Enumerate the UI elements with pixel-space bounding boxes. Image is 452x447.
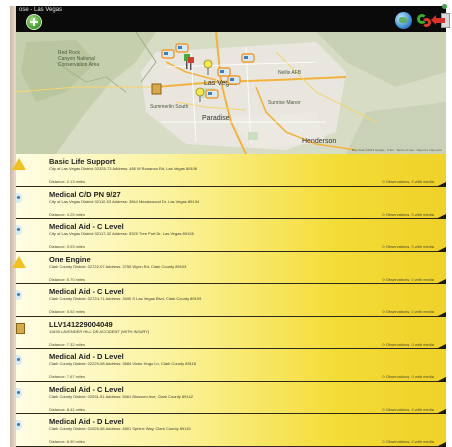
exit-door-icon[interactable] [431,12,451,29]
medical-icon [16,355,22,365]
list-item[interactable]: Medical Aid - C Level Clark County Distr… [16,381,446,414]
pin-marker-yellow-2[interactable] [195,87,205,102]
incident-address: Clark County District: 02724-71 Address:… [49,296,202,301]
medical-icon [16,225,22,235]
incident-address: 11635 LAVENDER HILL DR ACCIDENT (WITH IN… [49,328,150,334]
incident-title: Medical Aid - D Level [49,417,124,426]
incident-distance: Distance: 8.90 miles [49,439,86,444]
toolbar: ose - Las Vegas [16,6,450,32]
map-label-henderson: Henderson [302,138,337,145]
warning-triangle-icon [12,158,26,170]
medical-icon [16,290,22,300]
map-label-paradise: Paradise [202,115,230,122]
incident-address: Clark County District: 02531-51 Address:… [49,393,193,399]
list-item[interactable]: Medical C/D PN 9/27 City of Las Vegas Di… [16,186,446,219]
incident-observations: 0 Observations, 0 with media [382,179,434,184]
plus-circle-icon[interactable] [26,14,42,30]
incident-address: City of Las Vegas District 02110-03 Addr… [49,198,200,204]
list-item[interactable]: Medical Aid - D Level Clark County Distr… [16,414,446,447]
incident-title: Medical Aid - D Level [49,352,124,361]
incident-observations: 0 Observations, 0 with media [382,439,434,444]
list-item[interactable]: Medical Aid - D Level Clark County Distr… [16,349,446,382]
incident-observations: 0 Observations, 0 with media [382,341,434,347]
incident-distance: Distance: 5.70 miles [49,276,86,282]
status-dot [442,4,447,9]
list-item[interactable]: Medical Aid - C Level Clark County Distr… [16,284,446,317]
incident-address: Clark County District: 01925-58 Address:… [49,426,191,431]
incident-address: City of Las Vegas District 02325-73 Addr… [49,166,198,171]
refresh-arrow-red [422,18,431,27]
incident-distance: Distance: 5.92 miles [49,309,86,314]
map-view[interactable]: Red Rock Canyon National Conservation Ar… [16,32,446,154]
incident-title: Medical Aid - C Level [49,287,124,296]
ambulance-marker-6[interactable] [205,89,219,99]
incident-title: Medical Aid - C Level [49,384,124,394]
incident-observations: 0 Observations, 0 with media [382,309,434,314]
incident-list: Basic Life Support City of Las Vegas Dis… [12,154,446,447]
box-marker[interactable] [151,83,162,95]
flag-marker-red[interactable] [188,57,194,70]
incident-observations: 0 Observations, 0 with media [382,406,434,412]
incident-distance: Distance: 3.93 miles [49,244,86,249]
list-item[interactable]: Medical Aid - C Level City of Las Vegas … [16,219,446,252]
incident-distance: Distance: 8.41 miles [49,406,86,412]
pin-marker-yellow[interactable] [203,59,213,75]
incident-observations: 0 Observations, 0 with media [382,276,434,282]
map-label-nellis: Nellis AFB [278,70,302,76]
incident-address: City of Las Vegas District 02117-32 Addr… [49,231,194,236]
exit-arrow [431,15,445,25]
ambulance-marker-5[interactable] [241,53,255,63]
incident-distance: Distance: 4.25 miles [49,211,86,217]
package-box-icon [16,322,25,334]
list-item[interactable]: One Engine Clark County District: 02722-… [12,251,446,284]
app-window: ose - Las Vegas Red Rock Canyon National… [0,0,452,447]
window-title: ose - Las Vegas [19,7,63,13]
incident-title: Basic Life Support [49,157,116,166]
warning-triangle-icon [12,255,26,268]
map-credit: Map data ©2013 Google · 5 km · Terms of … [351,148,442,152]
incident-observations: 0 Observations, 0 with media [382,374,434,379]
incident-title: Medical C/D PN 9/27 [49,189,121,199]
globe-icon[interactable] [395,12,412,29]
incident-distance: Distance: 7.32 miles [49,341,86,347]
list-item[interactable]: LLV141229004049 11635 LAVENDER HILL DR A… [16,316,446,349]
incident-distance: Distance: 2.13 miles [49,179,86,184]
incident-title: LLV141229004049 [49,319,113,329]
list-item[interactable]: Basic Life Support City of Las Vegas Dis… [12,154,446,187]
map-label-red-rock: Red Rock Canyon National Conservation Ar… [58,50,100,68]
incident-markers [151,43,255,102]
incident-title: Medical Aid - C Level [49,222,124,231]
ambulance-marker-3[interactable] [217,67,231,77]
medical-icon [16,420,22,430]
ambulance-marker-2[interactable] [175,43,189,53]
incident-observations: 0 Observations, 0 with media [382,244,434,249]
incident-observations: 0 Observations, 0 with media [382,211,434,217]
ambulance-marker-4[interactable] [227,75,241,85]
incident-distance: Distance: 7.67 miles [49,374,86,379]
incident-title: One Engine [49,254,91,264]
medical-icon [16,192,22,203]
refresh-arrows-icon[interactable] [416,12,432,29]
ambulance-marker-1[interactable] [161,49,175,59]
incident-address: Clark County District: 02229-58 Address:… [49,361,197,366]
medical-icon [16,387,22,398]
incident-address: Clark County District: 02722-07 Address:… [49,263,187,269]
